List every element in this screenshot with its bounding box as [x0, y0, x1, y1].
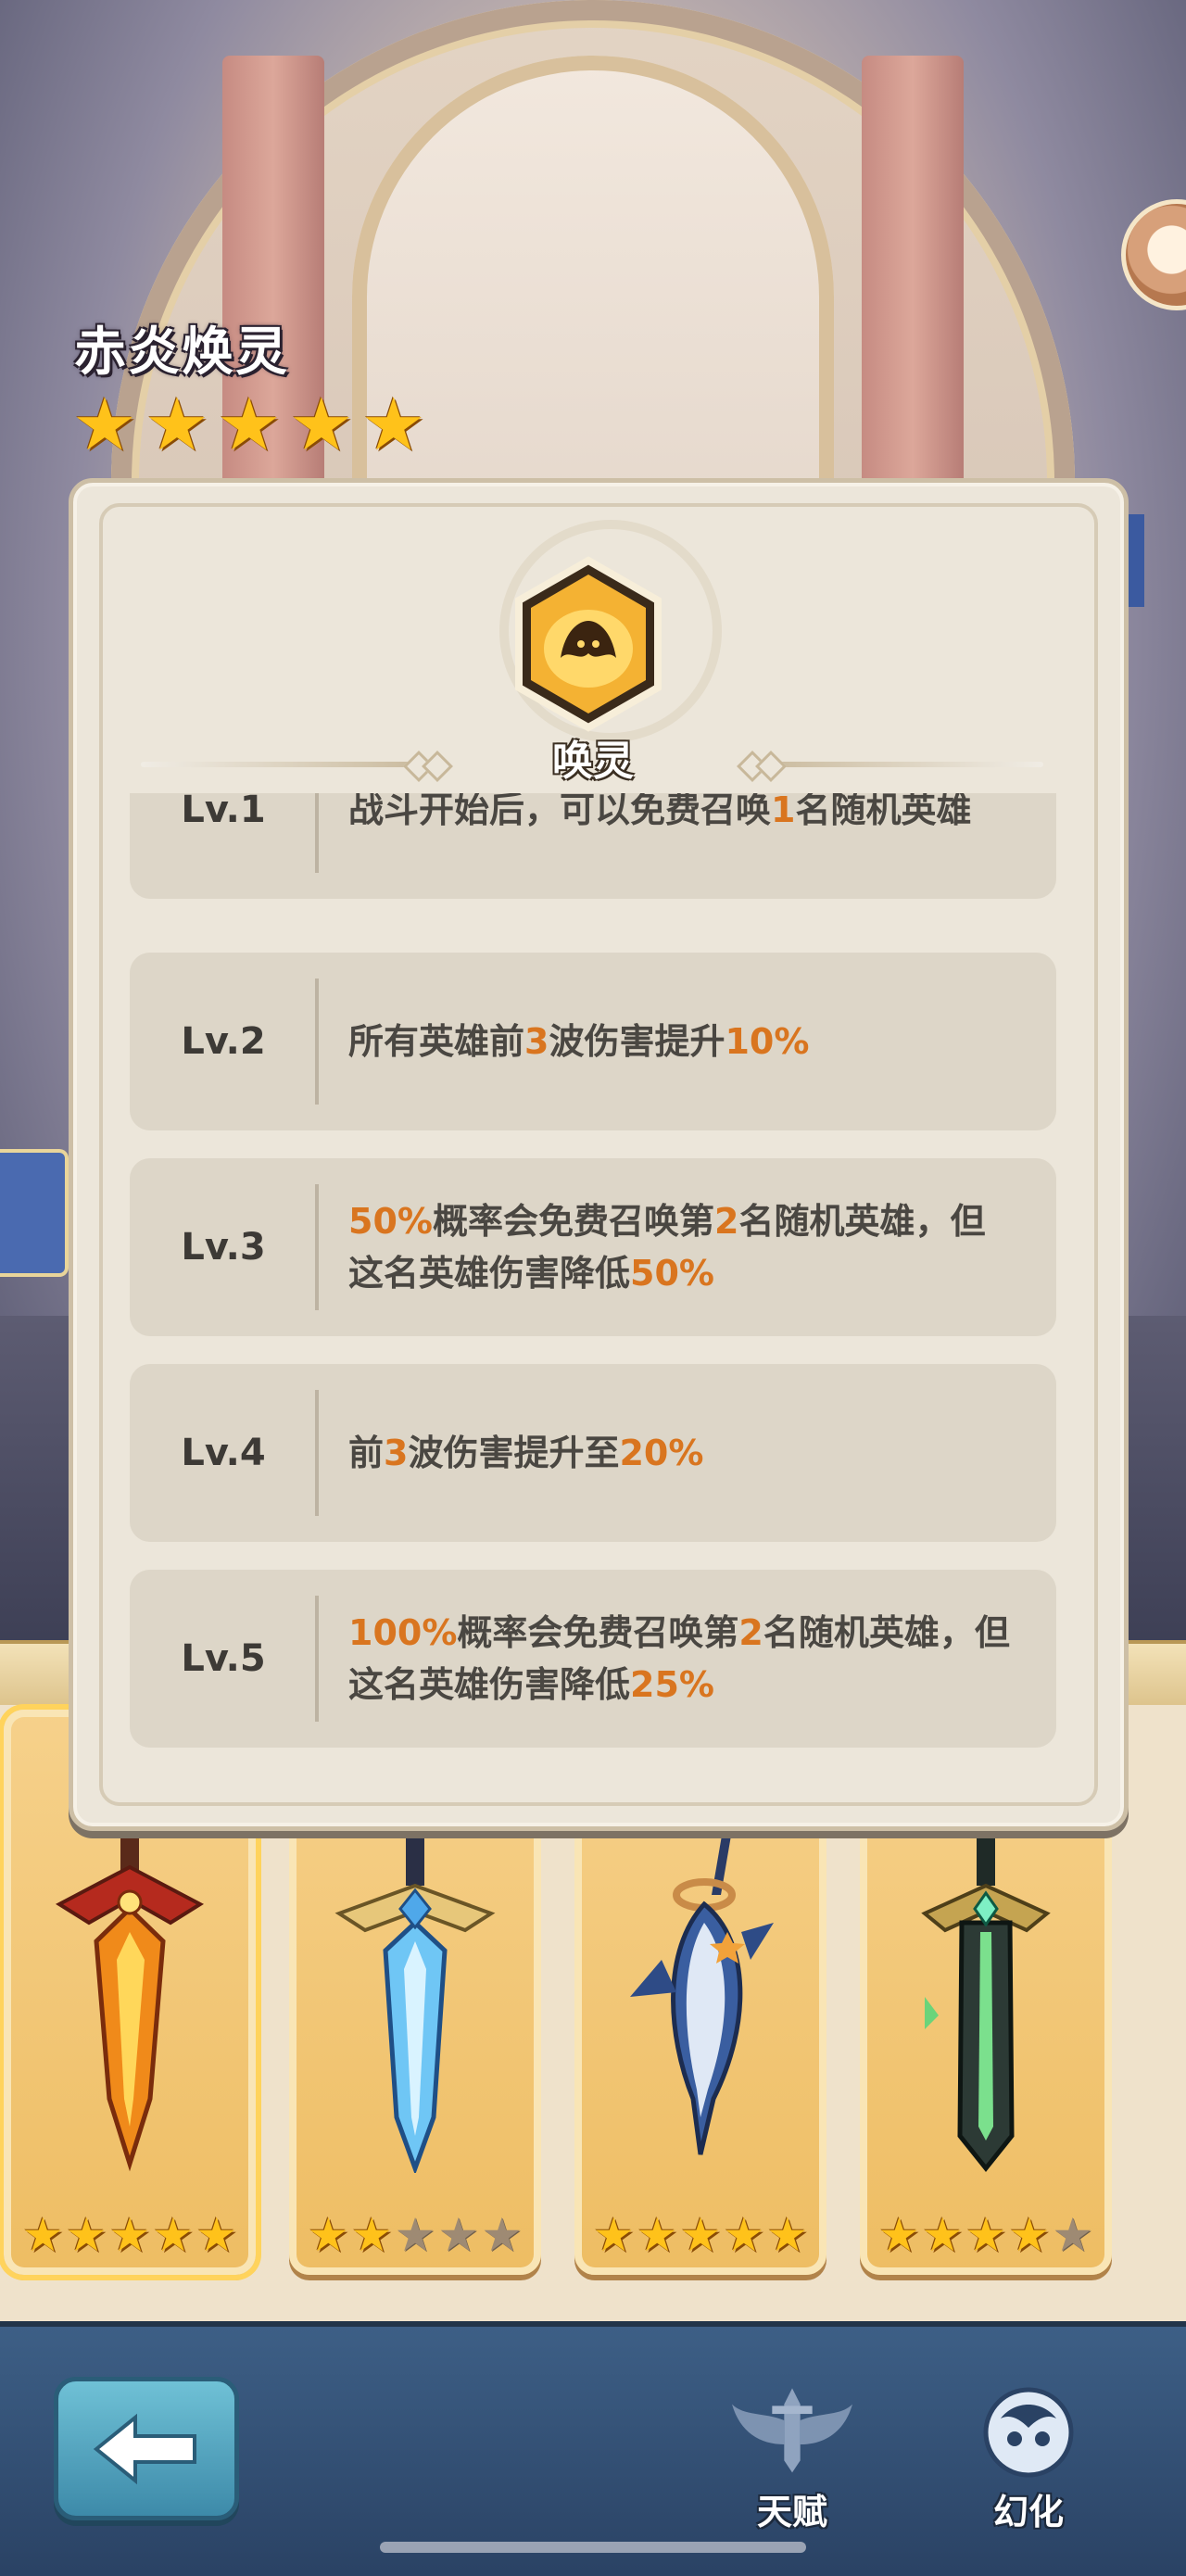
- description-text: 概率会免费召唤第: [432, 1201, 714, 1242]
- star-icon: ★: [216, 384, 282, 467]
- nav-talent[interactable]: 天赋: [713, 2381, 871, 2539]
- left-side-tab[interactable]: [0, 1149, 69, 1277]
- description-text: 所有英雄前: [348, 1021, 525, 1062]
- skill-level-label: Lv.1: [181, 793, 266, 831]
- highlight-value: 100%: [348, 1612, 458, 1653]
- weapon-star-rating: ★ ★ ★ ★ ★: [584, 2212, 817, 2258]
- title-divider-right: [747, 762, 1043, 767]
- summon-skill-icon: [515, 556, 662, 732]
- skill-level-description: 前3波伤害提升至20%: [348, 1364, 1016, 1542]
- skill-level-row: Lv.4 前3波伤害提升至20%: [130, 1364, 1056, 1542]
- star-icon: ★: [360, 384, 426, 467]
- arrow-left-icon: [93, 2413, 196, 2484]
- skill-level-label: Lv.5: [181, 1637, 266, 1680]
- hero-star-rating: ★ ★ ★ ★ ★: [72, 389, 426, 461]
- nav-talent-label: 天赋: [756, 2492, 827, 2532]
- title-divider-left: [141, 762, 437, 767]
- skill-level-row: Lv.3 50%概率会免费召唤第2名随机英雄，但这名英雄伤害降低50%: [130, 1158, 1056, 1336]
- skill-level-description: 所有英雄前3波伤害提升10%: [348, 953, 1016, 1130]
- highlight-value: 20%: [619, 1433, 704, 1473]
- star-icon: ★: [288, 384, 354, 467]
- hero-name: 赤炎焕灵: [74, 322, 289, 383]
- row-separator: [315, 793, 319, 873]
- star-icon: ★: [1008, 2208, 1051, 2262]
- star-icon: ★: [723, 2208, 765, 2262]
- highlight-value: 3: [524, 1021, 549, 1062]
- empty-star-icon: ★: [394, 2208, 436, 2262]
- highlight-value: 2: [713, 1201, 739, 1242]
- home-indicator: [380, 2542, 806, 2553]
- star-icon: ★: [921, 2208, 964, 2262]
- weapon-star-rating: ★ ★ ★ ★ ★: [13, 2212, 246, 2258]
- skill-level-label: Lv.2: [181, 1020, 266, 1063]
- description-text: 波伤害提升: [549, 1021, 725, 1062]
- swordfish-icon: [630, 1830, 774, 2155]
- weapon-star-rating: ★ ★ ★ ★ ★: [869, 2212, 1103, 2258]
- winged-sword-icon: [732, 2381, 852, 2483]
- star-icon: ★: [21, 2208, 64, 2262]
- star-icon: ★: [636, 2208, 678, 2262]
- star-icon: ★: [679, 2208, 722, 2262]
- star-icon: ★: [592, 2208, 635, 2262]
- highlight-value: 2: [738, 1612, 763, 1653]
- nav-transform-label: 幻化: [992, 2492, 1064, 2532]
- star-icon: ★: [152, 2208, 195, 2262]
- highlight-value: 50%: [348, 1201, 433, 1242]
- highlight-value: 1: [771, 793, 796, 830]
- row-separator: [315, 1390, 319, 1516]
- back-button[interactable]: [54, 2377, 239, 2520]
- description-text: 概率会免费召唤第: [457, 1612, 739, 1653]
- highlight-value: 25%: [630, 1664, 714, 1705]
- star-icon: ★: [350, 2208, 393, 2262]
- jade-sword-icon: [921, 1821, 1051, 2173]
- star-icon: ★: [108, 2208, 151, 2262]
- spirit-mask-icon: [968, 2381, 1089, 2483]
- description-text: 名随机英雄: [795, 793, 972, 830]
- description-text: 战斗开始后，可以免费召唤: [348, 793, 772, 830]
- star-icon: ★: [307, 2208, 349, 2262]
- star-icon: ★: [196, 2208, 238, 2262]
- skill-level-row: Lv.1 战斗开始后，可以免费召唤1名随机英雄: [130, 793, 1056, 899]
- star-icon: ★: [766, 2208, 809, 2262]
- flame-sword-icon: [55, 1821, 205, 2172]
- skill-level-label: Lv.3: [181, 1226, 266, 1269]
- highlight-value: 10%: [725, 1021, 810, 1062]
- empty-star-icon: ★: [437, 2208, 480, 2262]
- skill-level-row: Lv.5 100%概率会免费召唤第2名随机英雄，但这名英雄伤害降低25%: [130, 1570, 1056, 1748]
- highlight-value: 50%: [630, 1253, 714, 1294]
- skill-level-row: Lv.2 所有英雄前3波伤害提升10%: [130, 953, 1056, 1130]
- star-icon: ★: [72, 384, 137, 467]
- skill-level-label: Lv.4: [181, 1432, 266, 1474]
- empty-star-icon: ★: [481, 2208, 524, 2262]
- description-text: 前: [348, 1433, 385, 1473]
- star-icon: ★: [965, 2208, 1007, 2262]
- nav-transform[interactable]: 幻化: [928, 2342, 1136, 2549]
- row-separator: [315, 1596, 319, 1722]
- empty-star-icon: ★: [1052, 2208, 1094, 2262]
- row-separator: [315, 1184, 319, 1310]
- description-text: 波伤害提升至: [408, 1433, 620, 1473]
- star-icon: ★: [65, 2208, 107, 2262]
- skill-level-description: 50%概率会免费召唤第2名随机英雄，但这名英雄伤害降低50%: [348, 1158, 1016, 1336]
- row-separator: [315, 979, 319, 1105]
- skill-level-description: 100%概率会免费召唤第2名随机英雄，但这名英雄伤害降低25%: [348, 1570, 1016, 1748]
- star-icon: ★: [877, 2208, 920, 2262]
- star-icon: ★: [144, 384, 209, 467]
- skill-level-description: 战斗开始后，可以免费召唤1名随机英雄: [348, 793, 1016, 899]
- ice-sword-icon: [334, 1821, 496, 2173]
- highlight-value: 3: [384, 1433, 409, 1473]
- skill-title: 唤灵: [552, 738, 634, 785]
- skill-level-list[interactable]: Lv.1 战斗开始后，可以免费召唤1名随机英雄 Lv.2 所有英雄前3波伤害提升10%…: [130, 793, 1056, 1757]
- weapon-star-rating: ★ ★ ★ ★ ★: [298, 2212, 532, 2258]
